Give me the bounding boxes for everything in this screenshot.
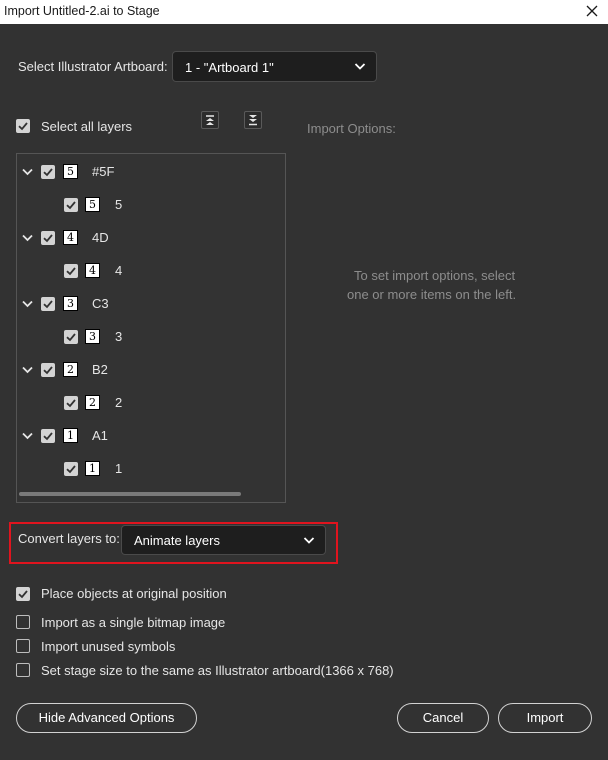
close-icon[interactable] [582,1,602,21]
unused-symbols-label: Import unused symbols [41,639,176,654]
chevron-down-icon[interactable] [22,168,33,176]
title-bar: Import Untitled-2.ai to Stage [0,0,608,24]
checkmark-icon [43,234,53,243]
checkmark-icon [66,465,76,474]
artboard-select[interactable]: 1 - "Artboard 1" [172,51,377,82]
sublayer-row[interactable]: 22 [17,393,285,413]
single-bitmap-checkbox[interactable] [16,615,30,629]
checkmark-icon [43,300,53,309]
layer-thumbnail: 1 [63,428,78,443]
sublayer-thumbnail: 4 [85,263,100,278]
layer-name: 4D [92,230,109,245]
sublayer-thumbnail: 3 [85,329,100,344]
sublayer-row[interactable]: 11 [17,459,285,479]
layer-checkbox[interactable] [41,231,55,245]
layer-name: #5F [92,164,115,179]
sublayer-name: 5 [115,197,123,212]
layer-thumbnail: 5 [63,164,78,179]
sublayer-checkbox[interactable] [64,330,78,344]
sublayer-name: 4 [115,263,123,278]
chevron-down-icon[interactable] [22,432,33,440]
convert-select[interactable]: Animate layers [121,525,326,555]
move-to-top-button[interactable] [201,111,219,129]
sublayer-row[interactable]: 55 [17,195,285,215]
checkmark-icon [66,267,76,276]
layer-row[interactable]: 5 #5F [17,162,285,182]
layer-checkbox[interactable] [41,363,55,377]
sublayer-checkbox[interactable] [64,198,78,212]
import-button[interactable]: Import [498,703,592,733]
layer-name: C3 [92,296,109,311]
chevron-down-icon [303,537,315,544]
select-all-label: Select all layers [41,119,133,134]
layer-checkbox[interactable] [41,429,55,443]
layer-name: A1 [92,428,108,443]
import-options-title: Import Options: [307,121,396,136]
sublayer-row[interactable]: 44 [17,261,285,281]
layer-thumbnail: 3 [63,296,78,311]
layer-row[interactable]: 4 4D [17,228,285,248]
checkmark-icon [43,168,53,177]
checkmark-icon [43,432,53,441]
import-options-hint-line2: one or more items on the left. [347,287,517,302]
checkmark-icon [43,366,53,375]
checkmark-icon [66,333,76,342]
move-to-top-icon [206,115,214,125]
sublayer-thumbnail: 1 [85,461,100,476]
layer-checkbox[interactable] [41,297,55,311]
sublayer-name: 3 [115,329,123,344]
sublayer-name: 2 [115,395,123,410]
sublayer-thumbnail: 2 [85,395,100,410]
sublayer-name: 1 [115,461,123,476]
chevron-down-icon [354,63,366,70]
checkmark-icon [66,201,76,210]
stage-size-checkbox[interactable] [16,663,30,677]
stage-size-label: Set stage size to the same as Illustrato… [41,663,394,678]
window-title: Import Untitled-2.ai to Stage [4,4,160,18]
move-to-bottom-icon [249,115,257,126]
chevron-down-icon[interactable] [22,366,33,374]
place-objects-checkbox[interactable] [16,587,30,601]
move-to-bottom-button[interactable] [244,111,262,129]
convert-select-value: Animate layers [134,533,220,548]
sublayer-checkbox[interactable] [64,462,78,476]
layers-tree[interactable]: 5 #5F 5 5 4 4D 4 4 3 C3 3 3 2 B2 2 2 1 A1 1 1 [16,153,286,503]
checkmark-icon [18,122,28,131]
layer-thumbnail: 2 [63,362,78,377]
checkmark-icon [18,590,28,599]
checkmark-icon [66,399,76,408]
layer-row[interactable]: 2 B2 [17,360,285,380]
single-bitmap-label: Import as a single bitmap image [41,615,226,630]
artboard-label: Select Illustrator Artboard: [18,59,168,74]
layer-thumbnail: 4 [63,230,78,245]
sublayer-row[interactable]: 33 [17,327,285,347]
sublayer-checkbox[interactable] [64,396,78,410]
layer-name: B2 [92,362,108,377]
layer-row[interactable]: 1 A1 [17,426,285,446]
chevron-down-icon[interactable] [22,300,33,308]
sublayer-thumbnail: 5 [85,197,100,212]
chevron-down-icon[interactable] [22,234,33,242]
layer-row[interactable]: 3 C3 [17,294,285,314]
layer-checkbox[interactable] [41,165,55,179]
place-objects-label: Place objects at original position [41,586,227,601]
convert-label: Convert layers to: [18,531,120,546]
select-all-checkbox[interactable] [16,119,30,133]
artboard-select-value: 1 - "Artboard 1" [185,60,274,75]
unused-symbols-checkbox[interactable] [16,639,30,653]
cancel-button[interactable]: Cancel [397,703,489,733]
import-options-hint-line1: To set import options, select [354,268,516,283]
horizontal-scrollbar[interactable] [19,492,241,496]
sublayer-checkbox[interactable] [64,264,78,278]
hide-advanced-options-button[interactable]: Hide Advanced Options [16,703,197,733]
